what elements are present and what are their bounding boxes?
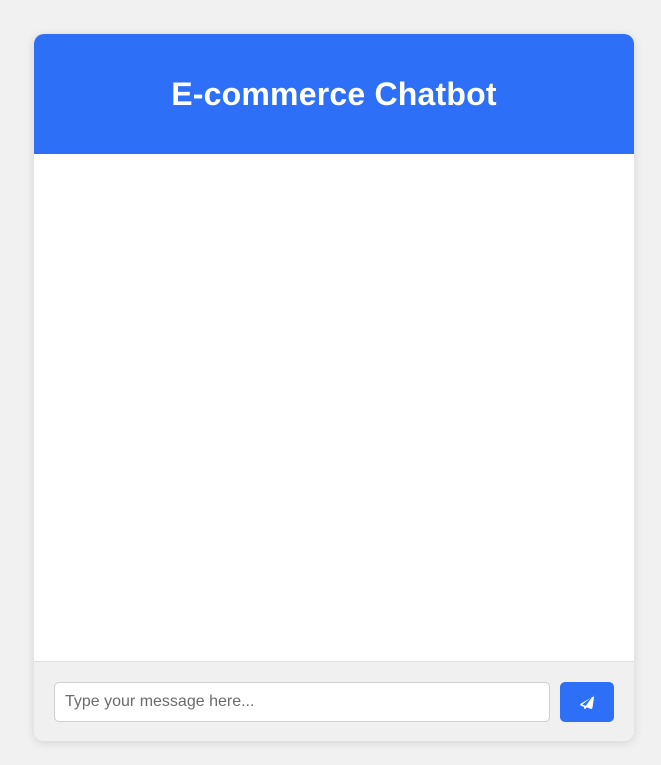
send-button[interactable] xyxy=(560,682,614,722)
paper-plane-icon xyxy=(580,695,594,709)
page-title: E-commerce Chatbot xyxy=(171,75,497,112)
message-input[interactable] xyxy=(54,682,550,722)
chat-window: E-commerce Chatbot xyxy=(34,34,634,741)
message-composer xyxy=(34,661,634,741)
chat-header: E-commerce Chatbot xyxy=(34,34,634,154)
chat-messages-area[interactable] xyxy=(34,154,634,660)
